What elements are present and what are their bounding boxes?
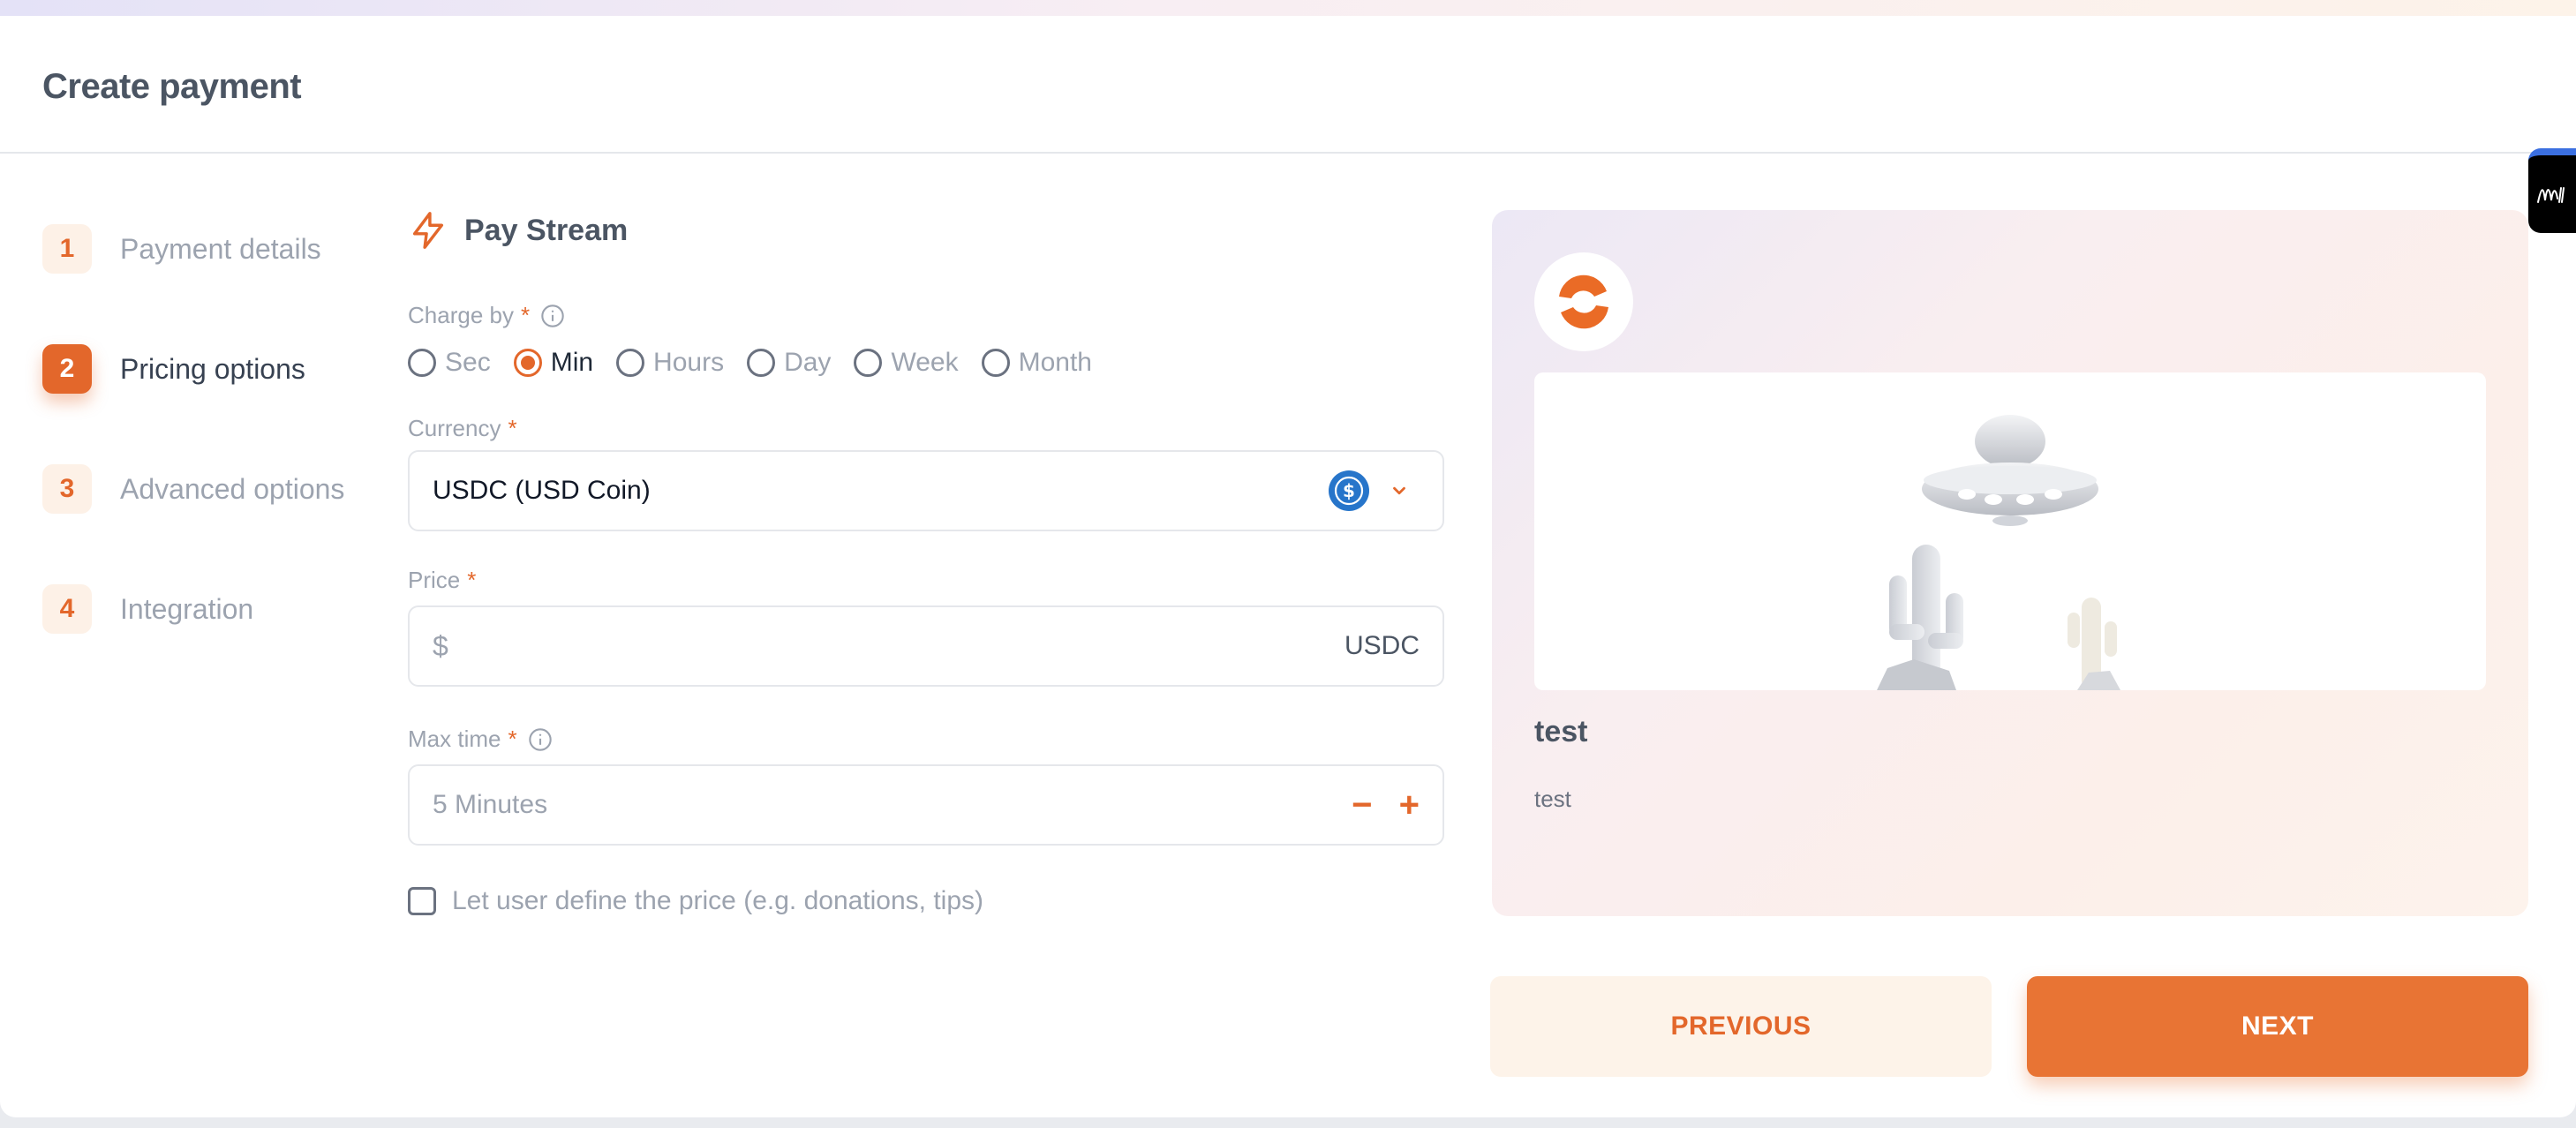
product-image [1534, 372, 2486, 690]
step-label: Payment details [120, 232, 321, 265]
radio-label: Week [891, 348, 959, 377]
preview-title: test [1534, 715, 1588, 748]
charge-by-label: Charge by * [408, 302, 565, 329]
radio-circle[interactable] [513, 349, 542, 377]
step-label: Integration [120, 592, 254, 625]
price-input[interactable]: $ USDC [408, 605, 1444, 687]
radio-day[interactable]: Day [747, 348, 831, 378]
step-number: 1 [42, 224, 92, 274]
currency-select[interactable]: USDC (USD Coin) $ [408, 450, 1444, 531]
currency-label: Currency * [408, 415, 517, 442]
custom-price-option[interactable]: Let user define the price (e.g. donation… [408, 886, 983, 916]
previous-button[interactable]: PREVIOUS [1490, 976, 1992, 1077]
step-label: Advanced options [120, 472, 345, 505]
max-time-placeholder[interactable]: 5 Minutes [433, 790, 1325, 820]
step-integration[interactable]: 4 Integration [42, 584, 253, 634]
radio-circle[interactable] [981, 349, 1010, 377]
next-button[interactable]: NEXT [2027, 976, 2528, 1077]
preview-description: test [1534, 786, 1571, 812]
radio-label: Month [1018, 348, 1092, 377]
custom-price-label: Let user define the price (e.g. donation… [452, 886, 984, 915]
price-label: Price * [408, 567, 476, 594]
currency-prefix: $ [433, 629, 448, 662]
brand-logo [1534, 252, 1633, 351]
required-mark: * [467, 567, 477, 593]
custom-price-checkbox[interactable] [408, 887, 436, 915]
radio-label: Day [784, 348, 832, 377]
step-number: 4 [42, 584, 92, 634]
radio-week[interactable]: Week [854, 348, 959, 378]
section-title: Pay Stream [464, 213, 629, 247]
radio-circle[interactable] [747, 349, 776, 377]
info-icon[interactable] [540, 304, 565, 328]
step-pricing-options[interactable]: 2 Pricing options [42, 344, 305, 394]
side-extension-widget[interactable] [2528, 148, 2576, 233]
page-title: Create payment [42, 67, 302, 106]
required-mark: * [520, 302, 531, 328]
currency-suffix: USDC [1344, 631, 1420, 660]
radio-circle[interactable] [854, 349, 883, 377]
max-time-label-text: Max time [408, 726, 501, 752]
step-payment-details[interactable]: 1 Payment details [42, 224, 321, 274]
usdc-coin-icon: $ [1329, 470, 1369, 511]
charge-by-label-text: Charge by [408, 302, 514, 328]
radio-label: Hours [653, 348, 725, 377]
required-mark: * [508, 415, 517, 441]
brand-logo-icon [1559, 274, 1608, 329]
radio-circle[interactable] [408, 349, 436, 377]
max-time-stepper[interactable]: 5 Minutes − + [408, 764, 1444, 846]
signature-icon [2537, 187, 2565, 203]
currency-label-text: Currency [408, 415, 501, 441]
increment-button[interactable]: + [1399, 787, 1420, 823]
charge-by-radio-group: Sec Min Hours Day Week Month [408, 346, 1115, 380]
radio-label: Sec [445, 348, 491, 377]
radio-hours[interactable]: Hours [616, 348, 724, 378]
create-payment-card: Create payment 1 Payment details 2 Prici… [0, 0, 2576, 1117]
required-mark: * [508, 726, 517, 752]
top-gradient-strip [0, 0, 2576, 16]
step-label: Pricing options [120, 352, 305, 385]
step-number: 3 [42, 464, 92, 514]
radio-min[interactable]: Min [513, 348, 594, 378]
step-number: 2 [42, 344, 92, 394]
info-icon[interactable] [528, 727, 553, 752]
header-divider [0, 152, 2576, 154]
currency-value: USDC (USD Coin) [433, 476, 651, 505]
svg-text:$: $ [1343, 480, 1355, 501]
max-time-label: Max time * [408, 726, 553, 753]
radio-circle[interactable] [616, 349, 645, 377]
step-advanced-options[interactable]: 3 Advanced options [42, 464, 344, 514]
payment-preview-card: test test [1492, 210, 2528, 916]
decrement-button[interactable]: − [1352, 787, 1372, 823]
radio-label: Min [550, 348, 594, 377]
section-header: Pay Stream [408, 208, 628, 252]
ufo-illustration [1877, 415, 2120, 690]
radio-sec[interactable]: Sec [408, 348, 491, 378]
bolt-icon [412, 212, 444, 249]
price-label-text: Price [408, 567, 461, 593]
chevron-down-icon[interactable] [1390, 481, 1409, 500]
radio-month[interactable]: Month [981, 348, 1092, 378]
